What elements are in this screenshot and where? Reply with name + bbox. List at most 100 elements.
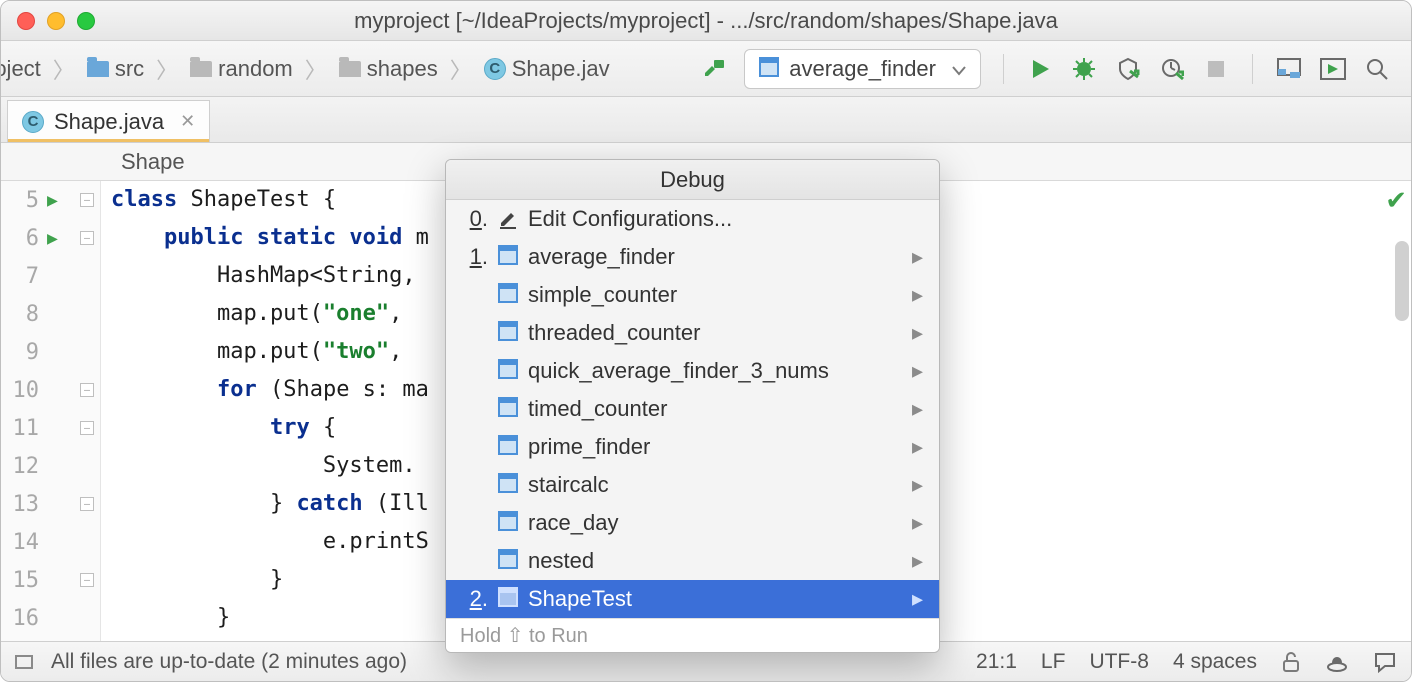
gutter-line[interactable]: 6▶– [1,219,100,257]
build-button[interactable] [700,55,728,83]
code-line[interactable]: } [111,561,429,599]
code-line[interactable]: try { [111,409,429,447]
gutter-line[interactable]: 7 [1,257,100,295]
popup-item-label: staircalc [528,472,609,498]
fold-toggle[interactable]: – [80,573,94,587]
gutter-line[interactable]: 11– [1,409,100,447]
caret-position[interactable]: 21:1 [976,650,1017,674]
breadcrumb-shapes[interactable]: shapes [335,56,442,82]
run-config-item[interactable]: staircalc▸ [446,466,939,504]
check-icon: ✔ [1385,185,1407,215]
minimize-window-button[interactable] [47,12,65,30]
application-icon [498,477,518,493]
run-config-item[interactable]: prime_finder▸ [446,428,939,466]
gutter-line[interactable]: 15– [1,561,100,599]
run-config-item[interactable]: nested▸ [446,542,939,580]
run-button[interactable] [1026,55,1054,83]
popup-item-label: quick_average_finder_3_nums [528,358,829,384]
readonly-toggle[interactable] [1281,651,1301,673]
run-config-item[interactable]: simple_counter▸ [446,276,939,314]
inspection-hector-icon[interactable] [1325,651,1349,673]
code-line[interactable]: for (Shape s: ma [111,371,429,409]
fold-toggle[interactable]: – [80,193,94,207]
code-line[interactable]: public static void m [111,219,429,257]
run-config-item[interactable]: threaded_counter▸ [446,314,939,352]
fold-toggle[interactable]: – [80,383,94,397]
code-line[interactable]: } [111,599,429,637]
application-icon [498,515,518,531]
run-configuration-selector[interactable]: average_finder [744,49,981,89]
application-icon [498,439,518,455]
chevron-right-icon: 〉 [448,53,474,85]
code-line[interactable]: System. [111,447,429,485]
indent-settings[interactable]: 4 spaces [1173,650,1257,674]
search-everywhere-button[interactable] [1363,55,1391,83]
popup-item-label: nested [528,548,594,574]
code-line[interactable]: HashMap<String, [111,257,429,295]
popup-item-label: Edit Configurations... [528,206,732,232]
editor-tab-shape[interactable]: C Shape.java ✕ [7,100,210,142]
run-gutter-icon[interactable]: ▶ [47,228,58,249]
popup-item-label: simple_counter [528,282,677,308]
run-config-item[interactable]: race_day▸ [446,504,939,542]
breadcrumb-src[interactable]: src [83,56,148,82]
code-area[interactable]: class ShapeTest { public static void m H… [101,181,429,641]
line-number: 7 [1,264,47,289]
run-config-item[interactable]: 2.ShapeTest▸ [446,580,939,618]
gutter-line[interactable]: 12 [1,447,100,485]
inspection-status[interactable]: ✔ [1385,185,1407,216]
line-number: 10 [1,378,47,403]
project-structure-button[interactable] [1275,55,1303,83]
gutter-line[interactable]: 16 [1,599,100,637]
application-icon [498,287,518,303]
close-window-button[interactable] [17,12,35,30]
line-separator[interactable]: LF [1041,650,1066,674]
notifications-icon[interactable] [1373,651,1397,673]
submenu-arrow-icon: ▸ [912,586,923,612]
debug-button[interactable] [1070,55,1098,83]
file-encoding[interactable]: UTF-8 [1089,650,1149,674]
gutter-line[interactable]: 14 [1,523,100,561]
code-line[interactable]: } catch (Ill [111,485,429,523]
fold-toggle[interactable]: – [80,497,94,511]
edit-configurations-item[interactable]: 0. Edit Configurations... [446,200,939,238]
toolwindow-toggle-button[interactable] [15,655,33,669]
line-number: 13 [1,492,47,517]
gutter-line[interactable]: 9 [1,333,100,371]
code-line[interactable]: class ShapeTest { [111,181,429,219]
run-config-item[interactable]: timed_counter▸ [446,390,939,428]
fullscreen-window-button[interactable] [77,12,95,30]
submenu-arrow-icon: ▸ [912,320,923,346]
toolbar-actions: average_finder [700,49,1403,89]
folder-icon [339,61,361,77]
breadcrumb-project[interactable]: roject [1,56,45,82]
window-controls [1,12,95,30]
run-config-item[interactable]: quick_average_finder_3_nums▸ [446,352,939,390]
run-config-item[interactable]: 1.average_finder▸ [446,238,939,276]
gutter-line[interactable]: 5▶– [1,181,100,219]
profile-button[interactable] [1158,55,1186,83]
stop-button[interactable] [1202,55,1230,83]
code-line[interactable]: map.put("one", [111,295,429,333]
fold-toggle[interactable]: – [80,231,94,245]
stop-icon [1208,61,1224,77]
code-line[interactable]: e.printS [111,523,429,561]
run-gutter-icon[interactable]: ▶ [47,190,58,211]
run-anything-button[interactable] [1319,55,1347,83]
application-icon [498,591,518,607]
fold-toggle[interactable]: – [80,421,94,435]
window-title: myproject [~/IdeaProjects/myproject] - .… [1,8,1411,34]
breadcrumb-file[interactable]: C Shape.jav [480,56,614,82]
gutter-line[interactable]: 10 – [1,371,100,409]
scrollbar-thumb[interactable] [1395,241,1409,321]
chevron-right-icon: 〉 [51,53,77,85]
gutter-line[interactable]: 13 – [1,485,100,523]
status-message: All files are up-to-date (2 minutes ago) [51,650,407,674]
coverage-button[interactable] [1114,55,1142,83]
run-config-label: average_finder [789,56,936,82]
gutter[interactable]: 5▶–6▶–78910–11–1213–1415–16 [1,181,101,641]
code-line[interactable]: map.put("two", [111,333,429,371]
breadcrumb-random[interactable]: random [186,56,297,82]
gutter-line[interactable]: 8 [1,295,100,333]
close-tab-button[interactable]: ✕ [174,111,195,132]
